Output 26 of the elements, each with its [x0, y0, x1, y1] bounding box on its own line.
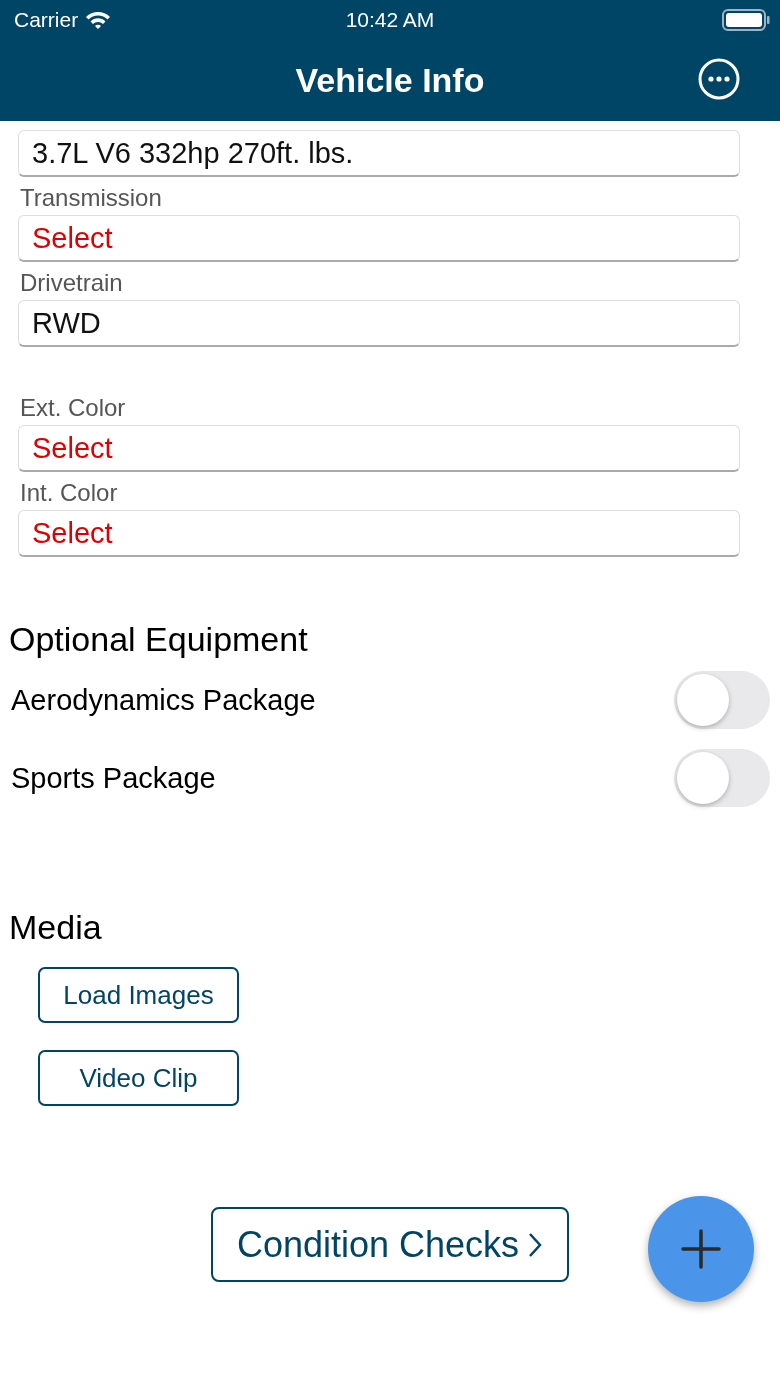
select-field[interactable]: 3.7L V6 332hp 270ft. lbs.: [18, 130, 740, 177]
section-heading: Media: [9, 907, 103, 948]
section-heading: Optional Equipment: [9, 619, 309, 660]
status-time: 10:42 AM: [344, 8, 436, 32]
field-label: Transmission: [20, 183, 163, 213]
wifi-icon: [84, 10, 113, 30]
condition-checks-button[interactable]: Condition Checks: [211, 1207, 569, 1282]
field-label: Ext. Color: [20, 393, 127, 423]
select-field[interactable]: Select: [18, 425, 740, 472]
option-label: Aerodynamics Package: [11, 683, 316, 717]
media-button[interactable]: Video Clip: [38, 1050, 239, 1106]
plus-icon: [681, 1229, 721, 1269]
carrier-label: Carrier: [14, 8, 79, 32]
add-button[interactable]: [648, 1196, 754, 1302]
more-options-icon[interactable]: [698, 58, 740, 100]
toggle-switch[interactable]: [674, 671, 770, 729]
option-label: Sports Package: [11, 761, 216, 795]
screen-title: Vehicle Info: [295, 61, 485, 100]
select-field[interactable]: RWD: [18, 300, 740, 347]
select-field[interactable]: Select: [18, 510, 740, 557]
toggle-switch[interactable]: [674, 749, 770, 807]
media-button[interactable]: Load Images: [38, 967, 239, 1023]
battery-icon: [722, 9, 770, 31]
select-field[interactable]: Select: [18, 215, 740, 262]
field-label: Int. Color: [20, 478, 119, 508]
field-label: Drivetrain: [20, 268, 124, 298]
